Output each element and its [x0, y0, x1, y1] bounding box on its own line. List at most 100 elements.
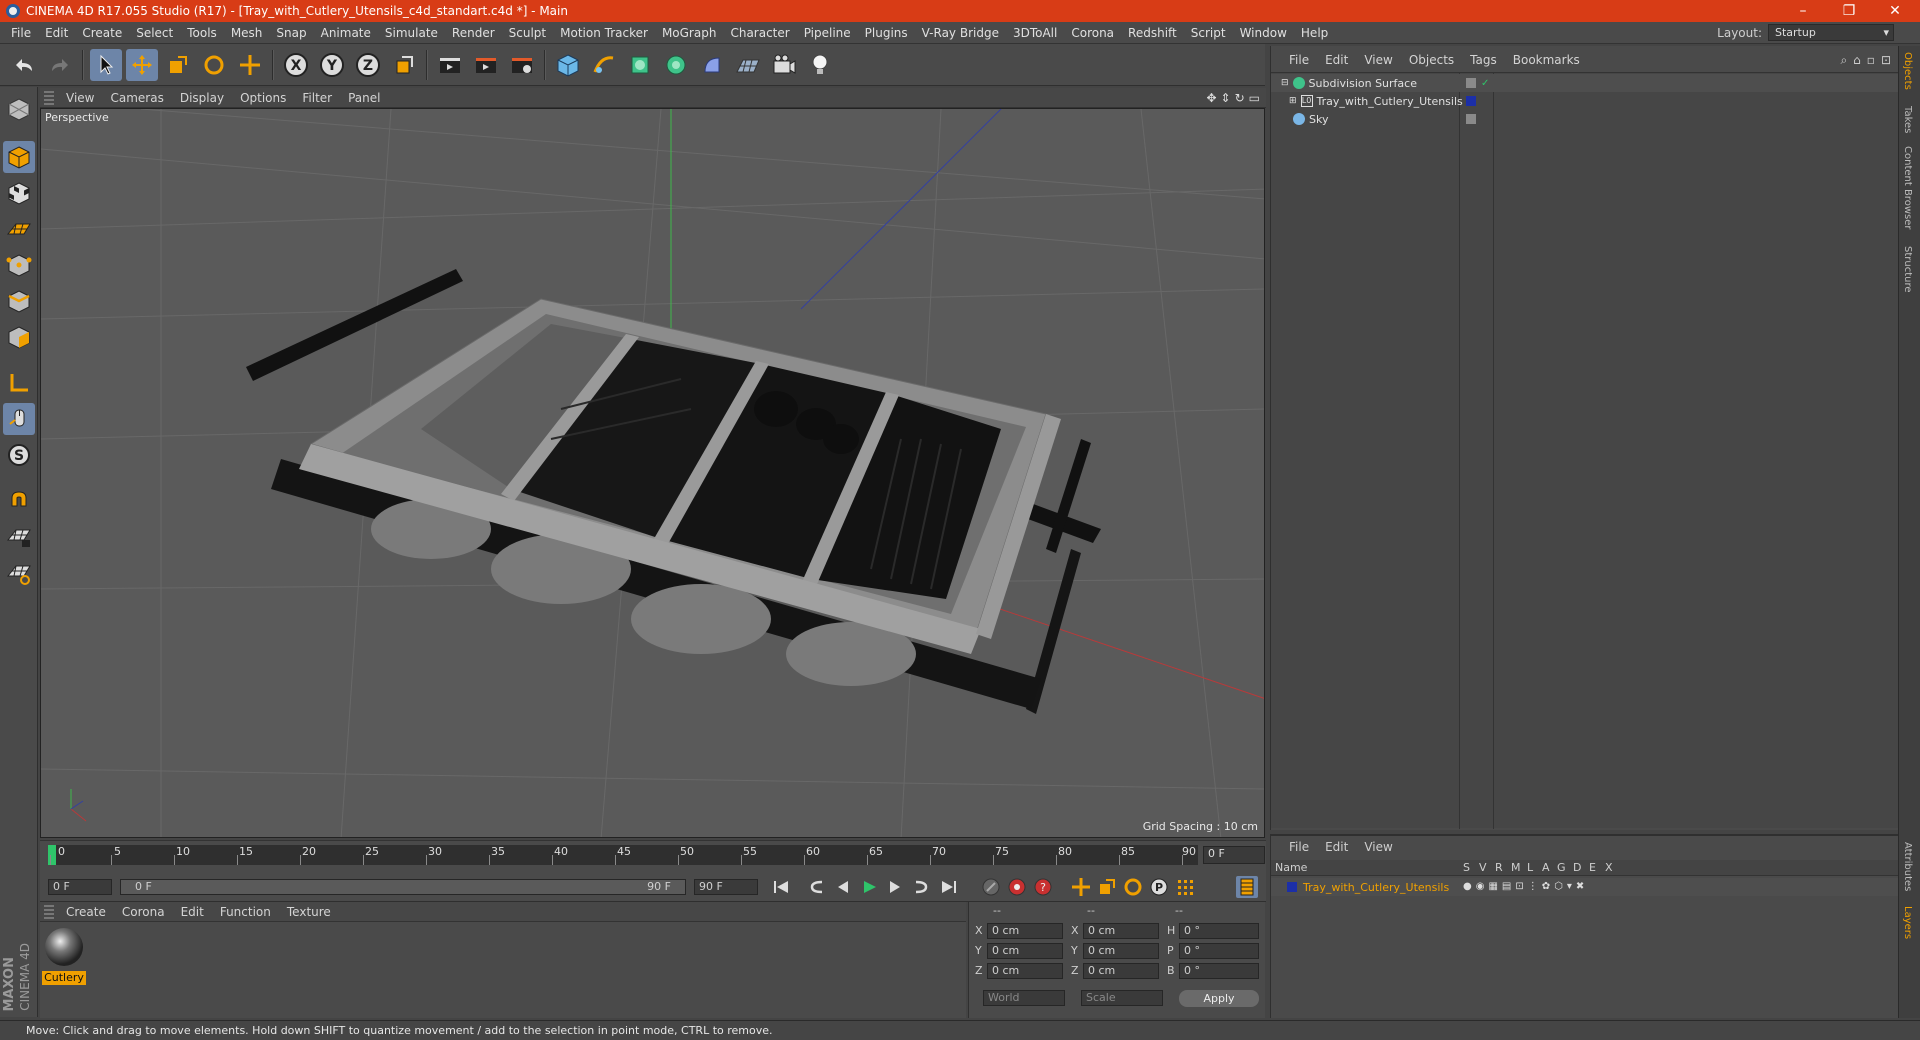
layer-row[interactable]: Tray_with_Cutlery_Utensils ● ◉ ▦ ▤ ⊡ ⋮ ✿… [1271, 878, 1899, 896]
viewport-menu-view[interactable]: View [58, 91, 102, 105]
magnet-icon[interactable] [3, 485, 35, 517]
start-frame-field[interactable]: 0 F [48, 879, 112, 895]
preview-range-slider[interactable]: 0 F 90 F [120, 879, 686, 895]
end-frame-field[interactable]: 90 F [694, 879, 758, 895]
menu-mesh[interactable]: Mesh [224, 26, 270, 40]
render-settings-icon[interactable] [506, 49, 538, 81]
material-menu-create[interactable]: Create [58, 905, 114, 919]
size-z-field[interactable]: 0 cm [1083, 963, 1159, 979]
objects-menu-objects[interactable]: Objects [1401, 53, 1462, 67]
material-menu-texture[interactable]: Texture [279, 905, 339, 919]
previous-frame-icon[interactable] [832, 876, 854, 898]
position-y-field[interactable]: 0 cm [987, 943, 1063, 959]
planar-workplane-icon[interactable] [3, 557, 35, 589]
viewport-zoom-icon[interactable]: ⇕ [1221, 91, 1231, 105]
floor-scene-icon[interactable] [732, 49, 764, 81]
object-row[interactable]: Sky [1271, 110, 1899, 128]
live-selection-icon[interactable] [234, 49, 266, 81]
material-menu-edit[interactable]: Edit [173, 905, 212, 919]
snap-icon[interactable]: S [3, 439, 35, 471]
menu-sculpt[interactable]: Sculpt [502, 26, 553, 40]
rotate-tool-icon[interactable] [198, 49, 230, 81]
tab-objects[interactable]: Objects [1902, 52, 1913, 90]
objects-menu-bookmarks[interactable]: Bookmarks [1505, 53, 1588, 67]
axis-mode-icon[interactable] [3, 367, 35, 399]
menu-render[interactable]: Render [445, 26, 502, 40]
xref-icon[interactable]: ✖ [1576, 881, 1584, 892]
object-row[interactable]: ⊞ L0 Tray_with_Cutlery_Utensils [1271, 92, 1899, 110]
key-position-icon[interactable] [1070, 876, 1092, 898]
cube-primitive-icon[interactable] [552, 49, 584, 81]
render-view-icon[interactable] [434, 49, 466, 81]
y-axis-lock-icon[interactable]: Y [316, 49, 348, 81]
coordinate-system-icon[interactable] [388, 49, 420, 81]
menu-animate[interactable]: Animate [314, 26, 378, 40]
x-axis-lock-icon[interactable]: X [280, 49, 312, 81]
rotation-h-field[interactable]: 0 ° [1179, 923, 1259, 939]
key-pla-icon[interactable] [1174, 876, 1196, 898]
menu-motion-tracker[interactable]: Motion Tracker [553, 26, 655, 40]
material-swatch-cutlery[interactable]: Cutlery [42, 926, 86, 985]
keyframe-selection-icon[interactable] [980, 876, 1002, 898]
render-picture-viewer-icon[interactable] [470, 49, 502, 81]
layers-menu-view[interactable]: View [1356, 840, 1400, 854]
position-x-field[interactable]: 0 cm [987, 923, 1063, 939]
menu-select[interactable]: Select [129, 26, 180, 40]
polygons-mode-icon[interactable] [3, 321, 35, 353]
rotation-p-field[interactable]: 0 ° [1179, 943, 1259, 959]
menu-simulate[interactable]: Simulate [378, 26, 445, 40]
layers-menu-edit[interactable]: Edit [1317, 840, 1356, 854]
viewport-pan-icon[interactable]: ✥ [1206, 91, 1216, 105]
autokey-icon[interactable]: ? [1032, 876, 1054, 898]
z-axis-lock-icon[interactable]: Z [352, 49, 384, 81]
tab-content-browser[interactable]: Content Browser [1902, 146, 1913, 229]
menu-create[interactable]: Create [75, 26, 129, 40]
menu-3dtoall[interactable]: 3DToAll [1006, 26, 1064, 40]
select-arrow-icon[interactable] [90, 49, 122, 81]
generator-icon[interactable]: ✿ [1542, 881, 1550, 892]
timeline-window-icon[interactable] [1236, 876, 1258, 898]
collapse-icon[interactable]: ⊟ [1281, 78, 1289, 88]
layer-flags[interactable]: ● ◉ ▦ ▤ ⊡ ⋮ ✿ ⬡ ▾ ✖ [1463, 881, 1584, 892]
menu-character[interactable]: Character [723, 26, 796, 40]
key-parameter-icon[interactable]: P [1148, 876, 1170, 898]
locked-icon[interactable]: ⊡ [1515, 881, 1523, 892]
current-frame-field[interactable]: 0 F [1203, 846, 1265, 864]
menu-corona[interactable]: Corona [1064, 26, 1121, 40]
record-icon[interactable] [1006, 876, 1028, 898]
render-icon[interactable]: ▦ [1488, 881, 1497, 892]
layers-menu-file[interactable]: File [1281, 840, 1317, 854]
coordinate-mode-dropdown[interactable]: World [983, 990, 1065, 1006]
menu-plugins[interactable]: Plugins [858, 26, 915, 40]
menu-script[interactable]: Script [1184, 26, 1233, 40]
home-icon[interactable]: ⌂ [1853, 53, 1861, 68]
material-menu-function[interactable]: Function [212, 905, 279, 919]
key-rotation-icon[interactable] [1122, 876, 1144, 898]
menu-window[interactable]: Window [1233, 26, 1294, 40]
menu-edit[interactable]: Edit [38, 26, 75, 40]
tab-takes[interactable]: Takes [1902, 106, 1913, 133]
viewport-menu-panel[interactable]: Panel [340, 91, 388, 105]
scale-tool-icon[interactable] [162, 49, 194, 81]
texture-mode-icon[interactable] [3, 177, 35, 209]
tab-attributes[interactable]: Attributes [1902, 842, 1913, 891]
model-mode-icon[interactable] [3, 141, 35, 173]
next-frame-icon[interactable] [884, 876, 906, 898]
move-tool-icon[interactable] [126, 49, 158, 81]
viewport-menu-filter[interactable]: Filter [294, 91, 340, 105]
menu-vray-bridge[interactable]: V-Ray Bridge [915, 26, 1006, 40]
apply-button[interactable]: Apply [1179, 990, 1259, 1007]
objects-menu-file[interactable]: File [1281, 53, 1317, 67]
layout-dropdown[interactable]: Startup ▾ [1768, 24, 1894, 41]
make-editable-icon[interactable] [3, 93, 35, 125]
tab-structure[interactable]: Structure [1902, 246, 1913, 293]
expression-icon[interactable]: ▾ [1567, 881, 1572, 892]
viewport-toggle-icon[interactable]: ▭ [1249, 91, 1260, 105]
lock-icon[interactable]: ⊡ [1881, 53, 1891, 68]
locked-workplane-icon[interactable] [3, 521, 35, 553]
subdivision-surface-icon[interactable] [624, 49, 656, 81]
visible-icon[interactable]: ◉ [1476, 881, 1485, 892]
tweak-mode-icon[interactable] [3, 403, 35, 435]
rotation-b-field[interactable]: 0 ° [1179, 963, 1259, 979]
solo-icon[interactable]: ● [1463, 881, 1472, 892]
